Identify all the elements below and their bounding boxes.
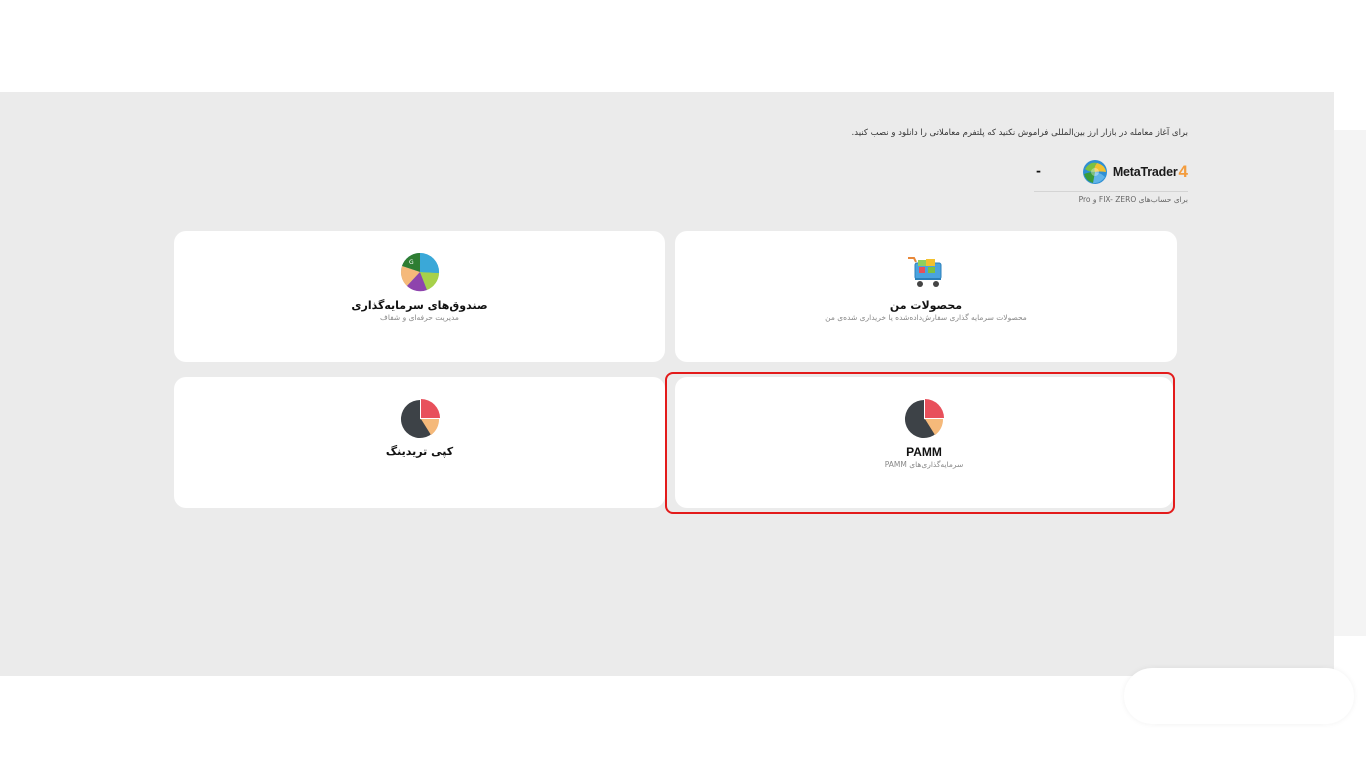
pie-chart-icon (399, 397, 441, 439)
card-title: PAMM (906, 445, 942, 459)
metatrader-name: MetaTrader (1112, 165, 1178, 179)
pie-chart-icon (903, 397, 945, 439)
platform-divider (1034, 191, 1188, 192)
card-title: کپی تریدینگ (385, 445, 454, 458)
fund-pie-icon: G (399, 251, 441, 293)
chat-widget[interactable] (1124, 668, 1354, 724)
metatrader-version: 4 (1178, 162, 1188, 181)
platform-dash: - (1036, 164, 1041, 178)
top-header-area (0, 0, 1366, 92)
card-title: صندوق‌های سرمایه‌گذاری (351, 299, 488, 312)
card-investment-funds[interactable]: G صندوق‌های سرمایه‌گذاری مدیریت حرفه‌ای … (174, 231, 665, 362)
card-pamm[interactable]: PAMM سرمایه‌گذاری‌های PAMM (675, 377, 1173, 508)
platform-download-intro: برای آغاز معامله در بازار ارز بین‌المللی… (851, 128, 1188, 138)
platform-account-note: برای حساب‌های FIX- ZERO و Pro (1078, 195, 1188, 204)
metatrader-download-link[interactable]: MetaTrader 4 (1081, 158, 1188, 186)
card-my-products[interactable]: محصولات من محصولات سرمایه گذاری سفارش‌دا… (675, 231, 1177, 362)
right-side-panel (1334, 130, 1366, 636)
card-title: محصولات من (889, 299, 963, 312)
platform-download-block: - MetaTrader 4 برای حساب‌های FIX- ZERO و… (1034, 158, 1188, 208)
metatrader-icon (1082, 160, 1107, 184)
svg-text:G: G (409, 259, 414, 266)
shopping-cart-icon (905, 251, 947, 293)
card-copy-trading[interactable]: کپی تریدینگ (174, 377, 665, 508)
card-subtitle: محصولات سرمایه گذاری سفارش‌داده‌شده یا خ… (825, 313, 1027, 322)
card-subtitle: سرمایه‌گذاری‌های PAMM (884, 460, 964, 469)
card-subtitle: مدیریت حرفه‌ای و شفاف (380, 313, 459, 322)
